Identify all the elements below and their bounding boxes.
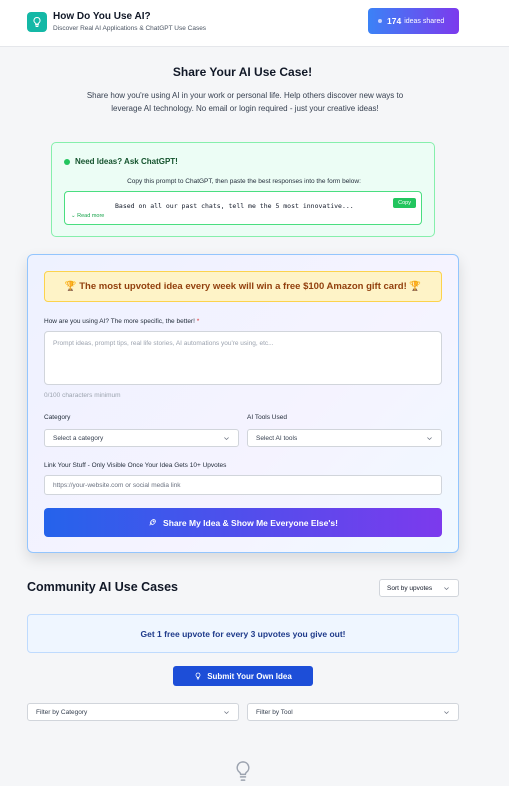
chevron-down-icon	[444, 587, 449, 591]
green-dot-icon	[64, 158, 70, 165]
required-mark: *	[196, 318, 200, 325]
tools-select-value: Select AI tools	[256, 434, 298, 442]
category-label: Category	[44, 414, 71, 421]
link-label: Link Your Stuff - Only Visible Once Your…	[44, 462, 227, 469]
lightbulb-icon	[195, 672, 201, 680]
prompt-box: Based on all our past chats, tell me the…	[64, 191, 422, 225]
filter-category-select[interactable]: Filter by Category	[27, 703, 239, 721]
read-more-label: Read more	[77, 213, 105, 219]
badge-dot-icon	[378, 19, 382, 23]
submit-own-idea-button[interactable]: Submit Your Own Idea	[173, 666, 313, 686]
copy-button[interactable]: Copy	[393, 198, 416, 208]
ideas-count-label: ideas shared	[404, 17, 445, 25]
ideas-count: 174	[387, 16, 402, 26]
chevron-down-icon	[224, 711, 229, 715]
chevron-down-icon	[444, 711, 449, 715]
prompt-text: Based on all our past chats, tell me the…	[115, 202, 354, 210]
page-title: Share Your AI Use Case!	[172, 65, 313, 79]
chatgpt-instructions: Copy this prompt to ChatGPT, then paste …	[127, 178, 361, 185]
filter-tool-select[interactable]: Filter by Tool	[247, 703, 459, 721]
share-idea-form: 🏆 The most upvoted idea every week will …	[27, 254, 459, 553]
filter-category-value: Filter by Category	[36, 708, 88, 716]
chatgpt-prompt-box: Need Ideas? Ask ChatGPT! Copy this promp…	[51, 142, 435, 237]
usage-label-text: How are you using AI? The more specific,…	[44, 318, 195, 325]
ideas-count-badge: 174 ideas shared	[368, 8, 459, 34]
char-count: 0/100 characters minimum	[44, 392, 121, 399]
page-description: Share how you're using AI in your work o…	[86, 91, 404, 113]
community-title: Community AI Use Cases	[27, 580, 178, 594]
chevron-down-icon: ⌄	[71, 213, 76, 219]
tools-label: AI Tools Used	[247, 414, 287, 421]
ai-tools-select[interactable]: Select AI tools	[247, 429, 442, 447]
category-select-value: Select a category	[53, 434, 104, 442]
submit-own-idea-label: Submit Your Own Idea	[207, 671, 292, 681]
link-input[interactable]: https://your-website.com or social media…	[44, 475, 442, 495]
category-select[interactable]: Select a category	[44, 429, 239, 447]
app-subtitle: Discover Real AI Applications & ChatGPT …	[53, 25, 207, 32]
lightbulb-icon	[27, 12, 47, 32]
chevron-down-icon	[224, 437, 229, 441]
usage-textarea[interactable]: Prompt ideas, prompt tips, real life sto…	[44, 331, 442, 385]
usage-label: How are you using AI? The more specific,…	[44, 318, 199, 325]
share-idea-label: Share My Idea & Show Me Everyone Else's!	[163, 517, 338, 528]
rocket-icon	[149, 519, 156, 526]
chatgpt-heading-text: Need Ideas? Ask ChatGPT!	[75, 157, 178, 166]
read-more-link[interactable]: ⌄ Read more	[71, 213, 104, 219]
chevron-down-icon	[427, 437, 432, 441]
share-idea-button[interactable]: Share My Idea & Show Me Everyone Else's!	[44, 508, 442, 537]
upvote-promo-banner: Get 1 free upvote for every 3 upvotes yo…	[27, 614, 459, 653]
lightbulb-icon	[236, 761, 250, 781]
gift-card-banner: 🏆 The most upvoted idea every week will …	[44, 271, 442, 302]
filter-tool-value: Filter by Tool	[256, 708, 293, 716]
sort-select[interactable]: Sort by upvotes	[379, 579, 459, 597]
app-header: How Do You Use AI? Discover Real AI Appl…	[0, 0, 509, 47]
app-title: How Do You Use AI?	[53, 11, 151, 22]
sort-select-value: Sort by upvotes	[387, 584, 433, 592]
chatgpt-heading: Need Ideas? Ask ChatGPT!	[64, 157, 178, 166]
